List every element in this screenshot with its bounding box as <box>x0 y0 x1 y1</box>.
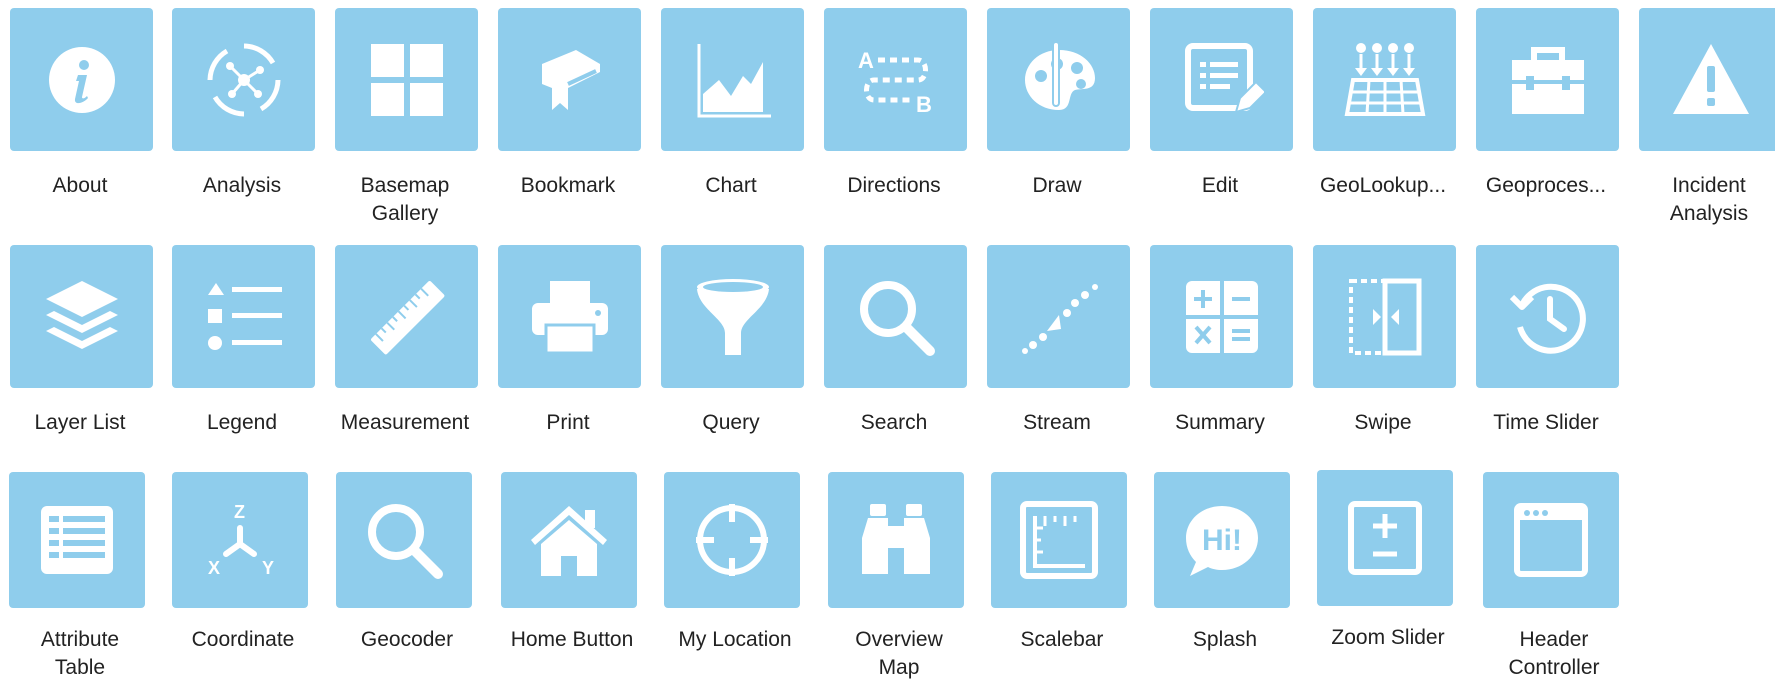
widget-label: Chart <box>705 174 757 197</box>
widget-overview-map-tile[interactable] <box>828 472 964 608</box>
widget-zoom-slider-tile[interactable] <box>1317 470 1453 606</box>
widget-label: Overview Map <box>855 628 943 679</box>
printer-icon <box>531 280 608 354</box>
widget-geoprocessing-tile[interactable] <box>1476 8 1619 151</box>
window-icon <box>1514 503 1588 577</box>
speech-bubble-hi-icon: Hi! <box>1186 506 1258 576</box>
widget-label: Header Controller <box>1508 628 1600 679</box>
basemap-gallery-icon <box>370 43 443 116</box>
widget-stream-tile[interactable] <box>987 245 1130 388</box>
widget-label: Legend <box>206 411 278 434</box>
zoom-slider-icon <box>1348 501 1422 575</box>
xyz-axes-icon: Z X Y <box>208 502 274 578</box>
directions-a-to-b-icon: AB <box>858 48 932 117</box>
widget-legend-tile[interactable] <box>172 245 315 388</box>
widget-label: Splash <box>1192 628 1258 651</box>
widget-label: Geocoder <box>360 628 454 651</box>
widget-query-tile[interactable] <box>661 245 804 388</box>
widget-label: Bookmark <box>520 174 616 197</box>
widget-basemap-gallery-tile[interactable] <box>335 8 478 151</box>
widget-label: Coordinate <box>191 628 295 651</box>
widget-label: Search <box>860 411 928 434</box>
warning-icon <box>1672 43 1749 114</box>
widget-label: Scalebar <box>1020 628 1104 651</box>
widget-label: Swipe <box>1354 411 1412 434</box>
widget-label: Analysis <box>202 174 282 197</box>
widget-bookmark-tile[interactable] <box>498 8 641 151</box>
widget-label: Print <box>546 411 590 434</box>
scalebar-icon <box>1020 501 1098 579</box>
widget-label: Directions <box>847 174 941 197</box>
widget-label: GeoLookup... <box>1319 174 1447 197</box>
calculator-icon <box>1185 280 1258 353</box>
widget-label: Summary <box>1175 411 1265 434</box>
widget-geolookup-tile[interactable] <box>1313 8 1456 151</box>
widget-home-button-tile[interactable] <box>501 472 637 608</box>
edit-form-icon <box>1184 42 1264 113</box>
widget-label: Draw <box>1032 174 1082 197</box>
stream-icon <box>1021 283 1098 354</box>
palette-icon <box>1024 40 1095 110</box>
swipe-icon <box>1348 278 1421 355</box>
svg-text:B: B <box>916 92 932 117</box>
widget-label: Query <box>702 411 760 434</box>
widget-label: About <box>52 174 108 197</box>
binoculars-icon <box>862 504 930 574</box>
widget-label: Geoproces... <box>1485 174 1607 197</box>
widget-label: Incident Analysis <box>1669 174 1749 225</box>
widget-geocoder-tile[interactable] <box>336 472 472 608</box>
widget-chart-tile[interactable] <box>661 8 804 151</box>
widget-my-location-tile[interactable] <box>664 472 800 608</box>
widget-label: Home Button <box>510 628 634 651</box>
widget-swipe-tile[interactable] <box>1313 245 1456 388</box>
toolbox-icon <box>1511 46 1584 114</box>
widget-edit-tile[interactable] <box>1150 8 1293 151</box>
widget-attribute-table-tile[interactable] <box>9 472 145 608</box>
widget-directions-tile[interactable]: AB <box>824 8 967 151</box>
widget-label: Basemap Gallery <box>360 174 450 225</box>
funnel-icon <box>696 278 769 355</box>
table-icon <box>41 506 113 574</box>
widget-time-slider-tile[interactable] <box>1476 245 1619 388</box>
svg-text:Z: Z <box>234 502 245 522</box>
widget-about-tile[interactable] <box>10 8 153 151</box>
widget-label: My Location <box>678 628 792 651</box>
widget-label: Layer List <box>34 411 126 434</box>
widget-print-tile[interactable] <box>498 245 641 388</box>
area-chart-icon <box>697 43 771 117</box>
widget-label: Zoom Slider <box>1331 626 1445 649</box>
svg-text:Y: Y <box>262 558 274 578</box>
widget-layer-list-tile[interactable] <box>10 245 153 388</box>
widget-header-controller-tile[interactable] <box>1483 472 1619 608</box>
widget-measurement-tile[interactable] <box>335 245 478 388</box>
crosshair-icon <box>696 504 768 576</box>
widget-label: Time Slider <box>1493 411 1599 434</box>
info-icon <box>48 46 115 113</box>
svg-text:Hi!: Hi! <box>1202 524 1242 557</box>
svg-text:X: X <box>208 558 220 578</box>
svg-text:A: A <box>858 48 874 73</box>
widget-draw-tile[interactable] <box>987 8 1130 151</box>
home-icon <box>531 506 607 576</box>
layers-icon <box>45 280 118 349</box>
search-icon <box>368 504 443 579</box>
geolookup-grid-icon <box>1344 42 1425 116</box>
ruler-icon <box>370 280 444 354</box>
widget-label: Stream <box>1023 411 1091 434</box>
widget-label: Edit <box>1201 174 1239 197</box>
widget-label: Measurement <box>340 411 470 434</box>
search-icon <box>859 280 935 356</box>
legend-list-icon <box>207 282 282 350</box>
widget-coordinate-tile[interactable]: Z X Y <box>172 472 308 608</box>
widget-search-tile[interactable] <box>824 245 967 388</box>
widget-label: Attribute Table <box>40 628 120 679</box>
history-clock-icon <box>1509 283 1586 354</box>
widget-summary-tile[interactable] <box>1150 245 1293 388</box>
widget-incident-analysis-tile[interactable] <box>1639 8 1775 151</box>
widget-analysis-tile[interactable] <box>172 8 315 151</box>
bookmark-book-icon <box>541 49 600 110</box>
widget-splash-tile[interactable]: Hi! <box>1154 472 1290 608</box>
analysis-icon <box>207 43 280 116</box>
widget-scalebar-tile[interactable] <box>991 472 1127 608</box>
